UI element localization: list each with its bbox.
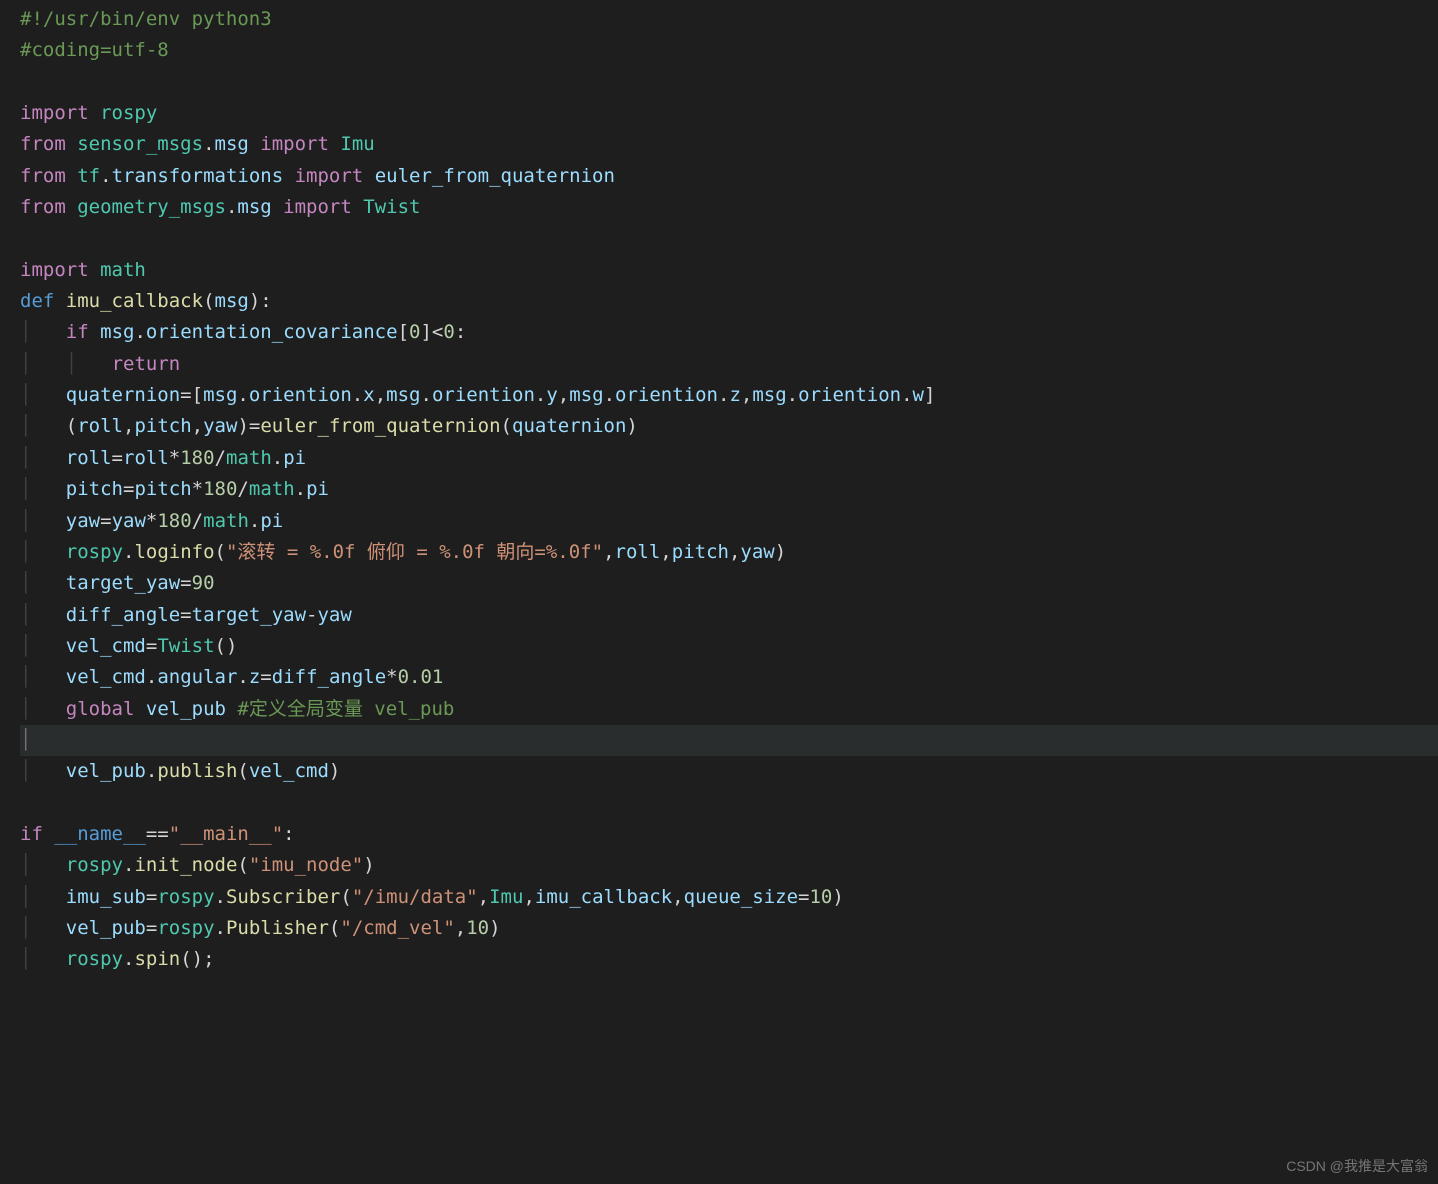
cursor-line: │ <box>20 725 1438 756</box>
encoding-comment: #coding=utf-8 <box>20 39 169 61</box>
code-block: #!/usr/bin/env python3 #coding=utf-8 imp… <box>0 0 1438 976</box>
watermark: CSDN @我推是大富翁 <box>1286 1155 1428 1178</box>
shebang: #!/usr/bin/env python3 <box>20 8 272 30</box>
